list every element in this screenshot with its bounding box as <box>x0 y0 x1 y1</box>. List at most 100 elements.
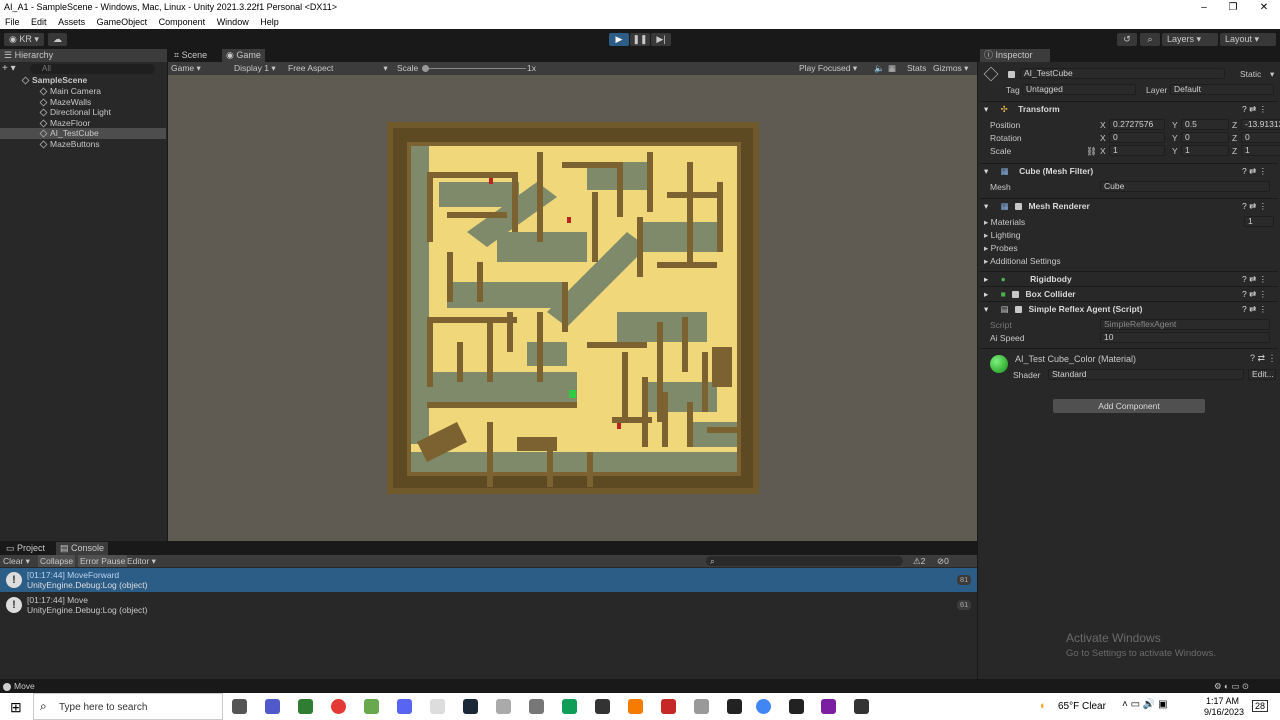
menu-window[interactable]: Window <box>217 15 249 29</box>
warning-count-toggle[interactable]: ⚠2 <box>913 555 925 567</box>
tab-hierarchy[interactable]: ☰ Hierarchy <box>0 49 167 62</box>
menu-help[interactable]: Help <box>260 15 279 29</box>
app-icon[interactable] <box>562 699 577 714</box>
status-text[interactable]: Move <box>14 680 35 693</box>
teams-icon[interactable] <box>265 699 280 714</box>
shortcuts-icon[interactable]: ▦ <box>888 62 896 75</box>
weather-text[interactable]: 65°F Clear <box>1058 701 1106 712</box>
scale-z-field[interactable]: 1 <box>1241 145 1280 156</box>
lighting-foldout[interactable]: ▸ Lighting <box>984 230 1280 241</box>
app-icon[interactable] <box>595 699 610 714</box>
tray-icons[interactable]: ˄ ▭ 🔊 ▣ <box>1122 699 1168 710</box>
minimize-button[interactable]: – <box>1190 0 1218 15</box>
enabled-checkbox[interactable] <box>1015 203 1023 211</box>
shader-edit-button[interactable]: Edit... <box>1248 369 1276 380</box>
object-name-field[interactable]: AI_TestCube <box>1020 68 1225 79</box>
component-menu-icons[interactable]: ? ⇄ ⋮ <box>1242 102 1267 116</box>
visual-studio-icon[interactable] <box>821 699 836 714</box>
hierarchy-item[interactable]: MazeWalls <box>0 97 166 108</box>
layers-dropdown[interactable]: Layers ▾ <box>1162 33 1218 46</box>
editor-dropdown[interactable]: Editor ▾ <box>127 555 156 567</box>
app-icon[interactable] <box>529 699 544 714</box>
step-button[interactable]: ▶| <box>651 33 671 46</box>
unity-icon[interactable] <box>854 699 869 714</box>
game-render-area[interactable] <box>168 75 977 541</box>
probes-foldout[interactable]: ▸ Probes <box>984 243 1280 254</box>
hierarchy-item[interactable]: MazeButtons <box>0 139 166 150</box>
history-icon[interactable]: ↺ <box>1117 33 1137 46</box>
account-button[interactable]: ◉ KR ▾ <box>4 33 44 46</box>
stats-button[interactable]: Stats <box>907 62 926 75</box>
menu-component[interactable]: Component <box>159 15 206 29</box>
display-mode-dropdown[interactable]: Game ▾ <box>171 62 201 75</box>
component-menu-icons[interactable]: ? ⇄ ⋮ <box>1242 272 1267 286</box>
menu-edit[interactable]: Edit <box>31 15 47 29</box>
add-component-button[interactable]: Add Component <box>1053 399 1205 413</box>
static-dropdown[interactable]: ▾ <box>1270 69 1274 80</box>
script-header[interactable]: ▾ ▤ Simple Reflex Agent (Script) ? ⇄ ⋮ <box>980 301 1278 315</box>
tab-console[interactable]: ▤ Console <box>56 542 109 555</box>
app-icon[interactable] <box>496 699 511 714</box>
close-button[interactable]: ✕ <box>1250 0 1278 15</box>
unity-hub-icon[interactable] <box>727 699 742 714</box>
tab-game[interactable]: ◉ Game <box>222 49 265 62</box>
scale-slider-handle[interactable] <box>422 65 429 72</box>
discord-icon[interactable] <box>397 699 412 714</box>
collapse-toggle[interactable]: Collapse <box>38 555 76 567</box>
active-checkbox[interactable] <box>1008 71 1015 79</box>
transform-header[interactable]: ▾ ✣ Transform ? ⇄ ⋮ <box>980 101 1278 115</box>
app-icon[interactable] <box>789 699 804 714</box>
pause-button[interactable]: ❚❚ <box>630 33 650 46</box>
link-icon[interactable]: ⛓ <box>1086 146 1097 157</box>
app-icon[interactable] <box>298 699 313 714</box>
error-count-toggle[interactable]: ⊘0 <box>937 555 949 567</box>
log-entry[interactable]: ! [01:17:44] Move UnityEngine.Debug:Log … <box>0 593 977 617</box>
mesh-filter-header[interactable]: ▾ ▦ Cube (Mesh Filter) ? ⇄ ⋮ <box>980 163 1278 177</box>
position-y-field[interactable]: 0.5 <box>1181 119 1229 130</box>
rigidbody-header[interactable]: ▸ ● Rigidbody ? ⇄ ⋮ <box>980 271 1278 285</box>
notifications-button[interactable]: 28 <box>1252 700 1269 712</box>
layout-dropdown[interactable]: Layout ▾ <box>1220 33 1276 46</box>
clear-dropdown[interactable]: Clear ▾ <box>3 555 30 567</box>
mesh-field[interactable]: Cube <box>1100 181 1270 192</box>
position-z-field[interactable]: -13.91313 <box>1241 119 1280 130</box>
enabled-checkbox[interactable] <box>1012 291 1020 299</box>
mute-audio-icon[interactable]: 🔈 <box>874 62 885 75</box>
hierarchy-item-selected[interactable]: AI_TestCube <box>0 128 166 139</box>
search-icon[interactable]: ⌕ <box>1140 33 1160 46</box>
layer-dropdown[interactable]: Default <box>1170 84 1274 95</box>
error-pause-toggle[interactable]: Error Pause <box>78 555 128 567</box>
clock-date[interactable]: 9/16/2023 <box>1204 707 1244 717</box>
tag-dropdown[interactable]: Untagged <box>1022 84 1136 95</box>
enabled-checkbox[interactable] <box>1015 306 1023 314</box>
play-focused-dropdown[interactable]: Play Focused ▾ <box>799 62 857 75</box>
task-view-icon[interactable] <box>232 699 247 714</box>
log-entry-selected[interactable]: ! [01:17:44] MoveForward UnityEngine.Deb… <box>0 568 977 592</box>
component-menu-icons[interactable]: ? ⇄ ⋮ <box>1242 287 1267 301</box>
app-icon[interactable] <box>430 699 445 714</box>
additional-settings-foldout[interactable]: ▸ Additional Settings <box>984 256 1280 267</box>
hierarchy-search-input[interactable]: All <box>30 64 155 74</box>
component-menu-icons[interactable]: ? ⇄ ⋮ <box>1250 353 1277 364</box>
console-search-input[interactable]: ⌕ <box>706 556 903 566</box>
cloud-icon[interactable]: ☁ <box>48 33 67 46</box>
tab-inspector[interactable]: ⓘ Inspector <box>980 49 1050 62</box>
gizmos-dropdown[interactable]: Gizmos ▾ <box>933 62 968 75</box>
box-collider-header[interactable]: ▸ ■ Box Collider ? ⇄ ⋮ <box>980 286 1278 300</box>
hierarchy-item[interactable]: Main Camera <box>0 86 166 97</box>
menu-gameobject[interactable]: GameObject <box>97 15 148 29</box>
app-icon[interactable] <box>661 699 676 714</box>
mesh-renderer-header[interactable]: ▾ ▦ Mesh Renderer ? ⇄ ⋮ <box>980 198 1278 212</box>
maximize-button[interactable]: ❐ <box>1219 0 1247 15</box>
app-icon[interactable] <box>694 699 709 714</box>
materials-count-field[interactable]: 1 <box>1244 216 1274 227</box>
scale-slider[interactable] <box>424 68 526 69</box>
rotation-x-field[interactable]: 0 <box>1109 132 1165 143</box>
blender-icon[interactable] <box>628 699 643 714</box>
app-icon[interactable] <box>364 699 379 714</box>
clock-time[interactable]: 1:17 AM <box>1206 696 1239 706</box>
add-icon[interactable]: + ▾ <box>2 63 16 74</box>
play-button[interactable]: ▶ <box>609 33 629 46</box>
scale-x-field[interactable]: 1 <box>1109 145 1165 156</box>
menu-file[interactable]: File <box>5 15 20 29</box>
